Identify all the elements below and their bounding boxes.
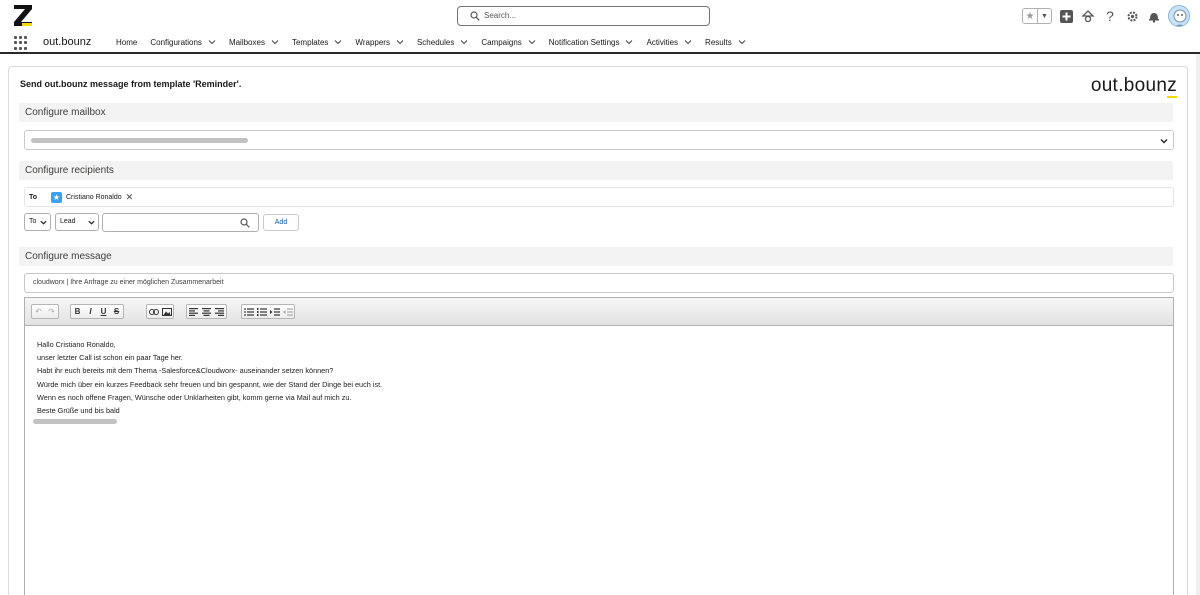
search-placeholder: Search... — [484, 11, 517, 20]
global-header: Search... ★ ▼ ? — [0, 0, 1200, 32]
recipient-object-select[interactable]: Lead — [55, 213, 99, 231]
nav-item-activities[interactable]: Activities — [646, 38, 692, 47]
chevron-down-icon[interactable] — [460, 38, 468, 46]
search-icon[interactable] — [240, 218, 250, 228]
send-message-card: Send out.bounz message from template 'Re… — [8, 66, 1188, 595]
recipient-pill: ★ Cristiano Ronaldo ✕ — [51, 191, 133, 204]
align-left-icon[interactable] — [187, 305, 200, 318]
nav-item-wrappers[interactable]: Wrappers — [355, 38, 404, 47]
nav-item-mailboxes[interactable]: Mailboxes — [229, 38, 279, 47]
outdent-icon[interactable] — [281, 305, 294, 318]
bold-icon[interactable]: B — [71, 305, 84, 318]
strikethrough-icon[interactable]: S — [110, 305, 123, 318]
nav-item-campaigns[interactable]: Campaigns — [481, 38, 536, 47]
recipients-to-row: To ★ Cristiano Ronaldo ✕ — [24, 187, 1174, 207]
section-header-mailbox: Configure mailbox — [19, 103, 1173, 122]
app-launcher-icon[interactable] — [14, 36, 28, 50]
align-right-icon[interactable] — [213, 305, 226, 318]
editor-toolbar: ↶ ↷ B I U S — [25, 298, 1173, 326]
recipient-name: Cristiano Ronaldo — [66, 194, 122, 201]
toolbar-group-insert — [146, 304, 174, 319]
body-line: Habt ihr euch bereits mit dem Thema -Sal… — [37, 366, 334, 376]
favorites-star-icon[interactable]: ★ — [1023, 9, 1037, 23]
redacted-mailbox-value — [31, 138, 248, 143]
notifications-bell-icon[interactable] — [1146, 8, 1162, 24]
redacted-signature — [33, 419, 117, 424]
body-line: unser letzter Call ist schon ein paar Ta… — [37, 353, 183, 363]
app-name: out.bounz — [43, 36, 92, 48]
to-label: To — [29, 194, 38, 201]
chevron-down-icon — [88, 220, 95, 225]
page-title: Send out.bounz message from template 'Re… — [20, 79, 242, 89]
favorites-dropdown-icon[interactable]: ▼ — [1037, 9, 1051, 23]
toolbar-group-format: B I U S — [70, 304, 124, 319]
undo-icon[interactable]: ↶ — [32, 305, 45, 318]
body-line: Hallo Cristiano Ronaldo, — [37, 340, 116, 349]
body-line: Würde mich über ein kurzes Feedback sehr… — [37, 379, 383, 389]
chevron-down-icon[interactable] — [738, 38, 746, 46]
chevron-down-icon[interactable] — [625, 38, 633, 46]
chevron-down-icon — [40, 220, 47, 225]
toolbar-group-lists — [241, 304, 295, 319]
user-avatar-icon[interactable] — [1168, 5, 1190, 27]
align-center-icon[interactable] — [200, 305, 213, 318]
chevron-down-icon[interactable] — [684, 38, 692, 46]
search-icon — [470, 11, 480, 21]
add-recipient-button[interactable]: Add — [263, 214, 299, 231]
section-header-recipients: Configure recipients — [19, 161, 1173, 180]
global-actions-add-icon[interactable] — [1058, 8, 1074, 24]
remove-recipient-icon[interactable]: ✕ — [126, 192, 134, 203]
redo-icon[interactable]: ↷ — [45, 305, 58, 318]
trailhead-icon[interactable] — [1080, 8, 1096, 24]
rich-text-editor: ↶ ↷ B I U S Hallo Cristiano Ronaldo, uns… — [24, 297, 1174, 595]
section-header-message: Configure message — [19, 247, 1173, 266]
nav-item-schedules[interactable]: Schedules — [417, 38, 468, 47]
recipient-lookup-input[interactable] — [102, 213, 259, 232]
nav-items: Home Configurations Mailboxes Templates … — [116, 32, 759, 52]
global-search-input[interactable]: Search... — [457, 6, 710, 26]
recipient-type-select[interactable]: To — [24, 213, 51, 231]
toolbar-group-align — [186, 304, 227, 319]
underline-icon[interactable]: U — [97, 305, 110, 318]
chevron-down-icon[interactable] — [528, 38, 536, 46]
navigation-bar: out.bounz Home Configurations Mailboxes … — [0, 32, 1200, 54]
nav-item-home[interactable]: Home — [116, 38, 137, 47]
chevron-down-icon[interactable] — [334, 38, 342, 46]
header-utility-icons: ★ ▼ ? — [1022, 3, 1190, 29]
chevron-down-icon[interactable] — [396, 38, 404, 46]
chevron-down-icon[interactable] — [271, 38, 279, 46]
nav-item-templates[interactable]: Templates — [292, 38, 342, 47]
numbered-list-icon[interactable] — [255, 305, 268, 318]
body-line: Wenn es noch offene Fragen, Wünsche oder… — [37, 392, 352, 402]
nav-item-configurations[interactable]: Configurations — [150, 38, 216, 47]
toolbar-group-history: ↶ ↷ — [31, 304, 59, 319]
page-scrollbar[interactable] — [1196, 54, 1200, 595]
chevron-down-icon[interactable] — [208, 38, 216, 46]
nav-item-results[interactable]: Results — [705, 38, 746, 47]
chevron-down-icon — [1160, 139, 1168, 144]
image-icon[interactable] — [160, 305, 173, 318]
setup-gear-icon[interactable] — [1124, 8, 1140, 24]
body-line: Beste Grüße und bis bald — [37, 406, 120, 416]
lead-icon: ★ — [51, 192, 62, 203]
nav-item-notification-settings[interactable]: Notification Settings — [549, 38, 634, 47]
help-icon[interactable]: ? — [1102, 8, 1118, 24]
message-body[interactable]: Hallo Cristiano Ronaldo, unser letzter C… — [37, 338, 382, 417]
italic-icon[interactable]: I — [84, 305, 97, 318]
mailbox-select[interactable] — [24, 130, 1174, 150]
bulleted-list-icon[interactable] — [242, 305, 255, 318]
indent-icon[interactable] — [268, 305, 281, 318]
outbounz-brand-logo: out.bounz — [1090, 75, 1177, 98]
favorites-group: ★ ▼ — [1022, 8, 1052, 24]
link-icon[interactable] — [147, 305, 160, 318]
z-logo-icon[interactable] — [12, 3, 34, 29]
subject-input[interactable]: cloudworx | Ihre Anfrage zu einer möglic… — [24, 273, 1174, 293]
